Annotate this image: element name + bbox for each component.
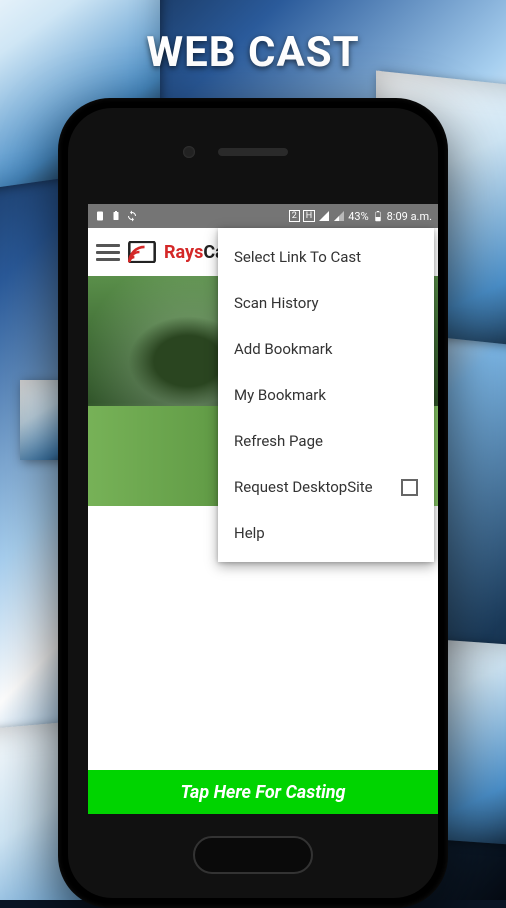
signal-icon xyxy=(318,210,330,222)
menu-item-my-bookmark[interactable]: My Bookmark xyxy=(218,372,434,418)
battery-pct: 43% xyxy=(348,210,368,223)
menu-item-help[interactable]: Help xyxy=(218,510,434,556)
menu-item-add-bookmark[interactable]: Add Bookmark xyxy=(218,326,434,372)
menu-item-label: Scan History xyxy=(234,294,319,312)
sync-off-icon xyxy=(126,210,138,222)
signal2-icon xyxy=(333,210,345,222)
desktop-site-checkbox[interactable] xyxy=(401,479,418,496)
menu-item-label: Refresh Page xyxy=(234,432,323,450)
overflow-menu: Select Link To Cast Scan History Add Boo… xyxy=(218,228,434,562)
phone-camera xyxy=(183,146,195,158)
menu-item-refresh-page[interactable]: Refresh Page xyxy=(218,418,434,464)
page-title: WEB CAST xyxy=(0,28,506,77)
menu-item-select-link[interactable]: Select Link To Cast xyxy=(218,234,434,280)
cast-logo-icon xyxy=(128,241,156,263)
status-bar: 2 H 43% 8:09 a.m. xyxy=(88,204,438,228)
cast-button[interactable]: Tap Here For Casting xyxy=(88,770,438,814)
menu-item-request-desktop[interactable]: Request DesktopSite xyxy=(218,464,434,510)
battery-icon xyxy=(372,210,384,222)
home-button[interactable] xyxy=(193,836,313,874)
clock: 8:09 a.m. xyxy=(387,210,432,223)
menu-item-label: My Bookmark xyxy=(234,386,326,404)
menu-item-label: Request DesktopSite xyxy=(234,478,373,496)
menu-icon[interactable] xyxy=(96,240,120,264)
phone-screen: 2 H 43% 8:09 a.m. xyxy=(88,204,438,814)
phone-frame: 2 H 43% 8:09 a.m. xyxy=(58,98,448,908)
menu-item-label: Help xyxy=(234,524,265,542)
menu-item-label: Add Bookmark xyxy=(234,340,332,358)
menu-item-scan-history[interactable]: Scan History xyxy=(218,280,434,326)
net-num-badge: 2 xyxy=(289,210,300,222)
phone-speaker xyxy=(218,148,288,156)
battery-saver-icon xyxy=(110,210,122,222)
sim-icon xyxy=(94,210,106,222)
brand-name: RaysCa xyxy=(164,242,225,263)
net-type-badge: H xyxy=(303,210,315,222)
menu-item-label: Select Link To Cast xyxy=(234,248,361,266)
